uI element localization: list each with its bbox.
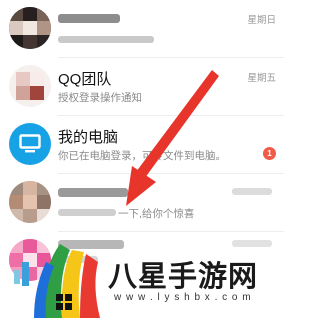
conversation-preview: 授权登录操作通知 <box>58 92 142 104</box>
conversation-row-2[interactable]: QQ团队 授权登录操作通知 星期五 <box>0 58 284 116</box>
blurred-time <box>232 188 272 195</box>
watermark-url: w w w . l y s h b x . c o m <box>114 292 252 303</box>
conversation-time: 星期日 <box>247 15 276 26</box>
conversation-row-3[interactable]: 我的电脑 你已在电脑登录，可传文件到电脑。 1 <box>0 116 284 174</box>
unread-badge: 1 <box>263 147 276 160</box>
computer-avatar <box>9 123 51 165</box>
conversation-title: QQ团队 <box>58 71 112 88</box>
conversation-row-1[interactable]: 星期日 <box>0 0 284 58</box>
conversation-title: 我的电脑 <box>58 129 119 146</box>
monitor-icon <box>19 134 41 153</box>
conversation-preview: 一下,给你个惊喜 <box>118 208 195 220</box>
avatar-pixelated <box>9 181 51 223</box>
conversation-row-4[interactable]: 一下,给你个惊喜 <box>0 174 284 232</box>
avatar-pixelated <box>9 65 51 107</box>
blurred-message-prefix <box>58 209 116 216</box>
watermark-text: 八星手游网 <box>108 259 259 293</box>
conversation-preview: 你已在电脑登录，可传文件到电脑。 <box>58 150 226 162</box>
blurred-message <box>58 36 154 43</box>
colorful-logo-icon <box>14 244 100 318</box>
blurred-name <box>58 188 128 197</box>
avatar-pixelated <box>9 7 51 49</box>
conversation-time: 星期五 <box>247 73 276 84</box>
blurred-name <box>58 14 120 23</box>
watermark: 八星手游网 w w w . l y s h b x . c o m <box>0 232 284 318</box>
